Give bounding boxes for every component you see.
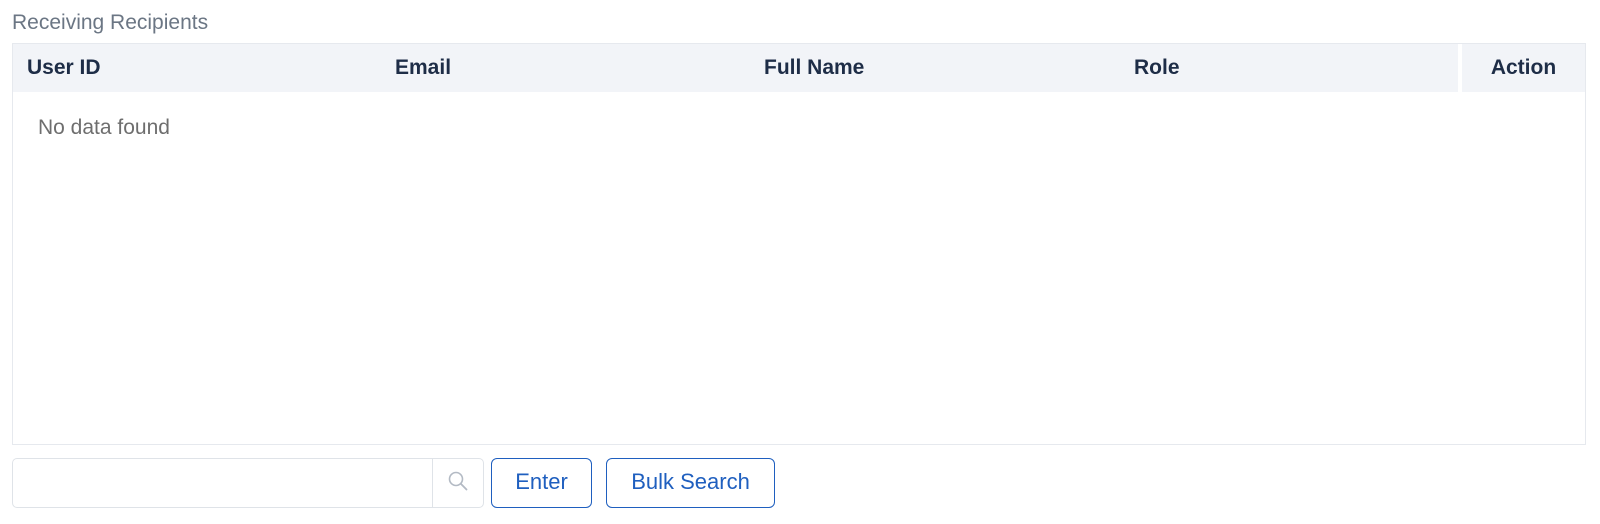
column-header-role[interactable]: Role	[1134, 44, 1180, 92]
table-header: User ID Email Full Name Role Action	[13, 44, 1585, 92]
column-header-action: Action	[1462, 44, 1585, 92]
search-input[interactable]	[13, 459, 432, 507]
search-box	[12, 458, 484, 508]
search-icon	[447, 470, 469, 497]
search-button[interactable]	[432, 459, 483, 507]
column-header-user-id[interactable]: User ID	[27, 44, 101, 92]
column-header-email[interactable]: Email	[395, 44, 451, 92]
bulk-search-button[interactable]: Bulk Search	[606, 458, 775, 508]
recipients-table: User ID Email Full Name Role Action No d…	[12, 43, 1586, 445]
empty-state-message: No data found	[38, 116, 170, 139]
enter-button[interactable]: Enter	[491, 458, 592, 508]
column-header-full-name[interactable]: Full Name	[764, 44, 864, 92]
table-header-main: User ID Email Full Name Role	[13, 44, 1458, 92]
section-title: Receiving Recipients	[12, 11, 209, 34]
